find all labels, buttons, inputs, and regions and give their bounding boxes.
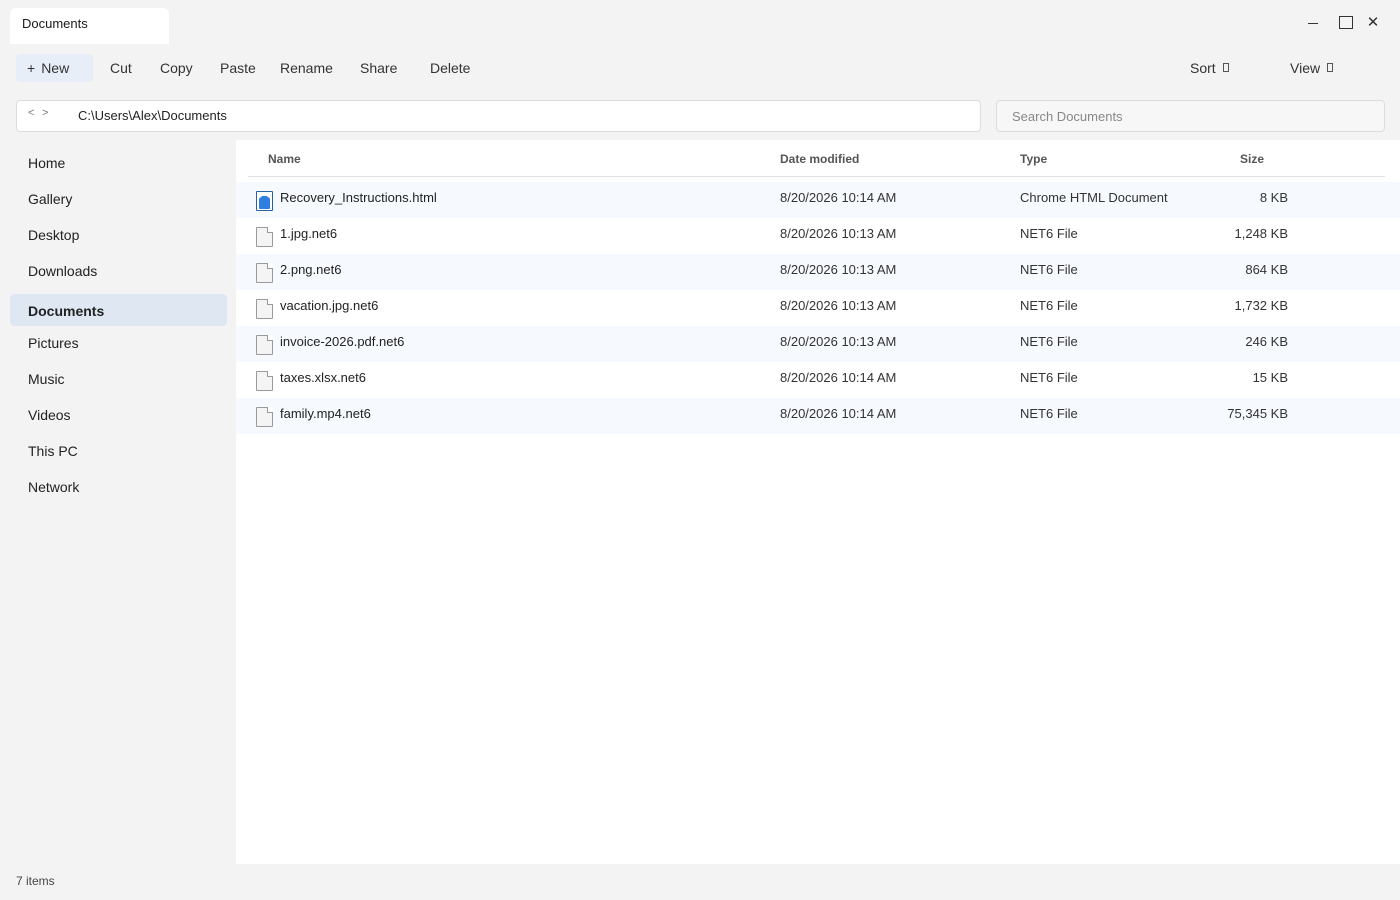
sidebar-item-documents[interactable]: Documents — [10, 294, 227, 326]
html-document-icon — [256, 191, 273, 211]
file-size: 75,345 KB — [1227, 406, 1288, 421]
column-header-type[interactable]: Type — [1020, 152, 1047, 166]
sidebar-item-desktop[interactable]: Desktop — [10, 218, 227, 250]
file-icon — [256, 299, 273, 319]
window-tab-title: Documents — [22, 16, 88, 31]
sidebar-item-videos[interactable]: Videos — [10, 398, 227, 430]
file-size: 1,248 KB — [1234, 226, 1289, 241]
close-button[interactable]: ✕ — [1359, 10, 1387, 34]
cut-button[interactable]: Cut — [110, 54, 132, 82]
paste-button[interactable]: Paste — [220, 54, 256, 82]
file-size: 864 KB — [1245, 262, 1288, 277]
file-name: 1.jpg.net6 — [280, 226, 338, 241]
file-name: vacation.jpg.net6 — [280, 298, 379, 313]
table-row[interactable]: invoice-2026.pdf.net6 8/20/2026 10:13 AM… — [236, 326, 1400, 362]
file-icon — [256, 263, 273, 283]
plus-icon: + — [27, 60, 36, 76]
search-input[interactable] — [996, 100, 1385, 132]
rename-button[interactable]: Rename — [280, 54, 333, 82]
file-type: NET6 File — [1020, 406, 1078, 421]
file-type: NET6 File — [1020, 334, 1078, 349]
file-name: Recovery_Instructions.html — [280, 190, 437, 205]
sidebar-item-home[interactable]: Home — [10, 146, 227, 178]
column-header-size[interactable]: Size — [1240, 152, 1264, 166]
file-date: 8/20/2026 10:13 AM — [780, 334, 897, 349]
file-size: 15 KB — [1252, 370, 1288, 385]
address-bar[interactable]: < > C:\Users\Alex\Documents — [16, 100, 981, 132]
share-button[interactable]: Share — [360, 54, 397, 82]
sidebar-item-gallery[interactable]: Gallery — [10, 182, 227, 214]
table-row[interactable]: family.mp4.net6 8/20/2026 10:14 AM NET6 … — [236, 398, 1400, 434]
table-row[interactable]: vacation.jpg.net6 8/20/2026 10:13 AM NET… — [236, 290, 1400, 326]
maximize-icon — [1339, 15, 1353, 29]
sort-button[interactable]: Sort — [1190, 54, 1229, 82]
address-path[interactable]: C:\Users\Alex\Documents — [78, 108, 227, 123]
table-row[interactable]: 2.png.net6 8/20/2026 10:13 AM NET6 File … — [236, 254, 1400, 290]
sidebar-item-this-pc[interactable]: This PC — [10, 434, 227, 466]
file-date: 8/20/2026 10:13 AM — [780, 226, 897, 241]
sort-button-label: Sort — [1190, 60, 1216, 76]
file-list: Name Date modified Type Size Recovery_In… — [236, 140, 1400, 864]
table-row[interactable]: 1.jpg.net6 8/20/2026 10:13 AM NET6 File … — [236, 218, 1400, 254]
file-type: NET6 File — [1020, 370, 1078, 385]
file-name: taxes.xlsx.net6 — [280, 370, 366, 385]
table-row[interactable]: Recovery_Instructions.html 8/20/2026 10:… — [236, 182, 1400, 218]
sidebar-item-network[interactable]: Network — [10, 470, 227, 502]
file-date: 8/20/2026 10:14 AM — [780, 370, 897, 385]
file-size: 246 KB — [1245, 334, 1288, 349]
dropdown-icon — [1327, 63, 1334, 72]
column-header-row: Name Date modified Type Size — [248, 140, 1385, 177]
file-name: 2.png.net6 — [280, 262, 342, 277]
file-type: NET6 File — [1020, 298, 1078, 313]
copy-button[interactable]: Copy — [160, 54, 193, 82]
column-header-name[interactable]: Name — [268, 152, 301, 166]
file-name: invoice-2026.pdf.net6 — [280, 334, 405, 349]
table-row[interactable]: taxes.xlsx.net6 8/20/2026 10:14 AM NET6 … — [236, 362, 1400, 398]
column-header-date[interactable]: Date modified — [780, 152, 859, 166]
close-icon: ✕ — [1366, 13, 1380, 31]
minimize-button[interactable] — [1299, 10, 1327, 34]
status-item-count: 7 items — [16, 874, 55, 888]
view-button-label: View — [1290, 60, 1321, 76]
file-type: Chrome HTML Document — [1020, 190, 1168, 205]
sidebar-item-pictures[interactable]: Pictures — [10, 326, 227, 358]
sidebar-item-downloads[interactable]: Downloads — [10, 254, 227, 286]
forward-icon[interactable]: > — [42, 107, 48, 119]
file-date: 8/20/2026 10:13 AM — [780, 262, 897, 277]
file-date: 8/20/2026 10:13 AM — [780, 298, 897, 313]
file-type: NET6 File — [1020, 226, 1078, 241]
maximize-button[interactable] — [1332, 10, 1360, 34]
file-icon — [256, 407, 273, 427]
delete-button[interactable]: Delete — [430, 54, 470, 82]
file-icon — [256, 371, 273, 391]
file-date: 8/20/2026 10:14 AM — [780, 406, 897, 421]
window-tab[interactable]: Documents — [10, 8, 169, 44]
minimize-icon — [1308, 22, 1318, 24]
sidebar-item-music[interactable]: Music — [10, 362, 227, 394]
command-bar: + New Cut Copy Paste Rename Share Delete … — [0, 52, 1400, 84]
file-type: NET6 File — [1020, 262, 1078, 277]
file-icon — [256, 227, 273, 247]
back-icon[interactable]: < — [28, 107, 34, 119]
view-button[interactable]: View — [1290, 54, 1334, 82]
file-size: 1,732 KB — [1234, 298, 1289, 313]
new-button[interactable]: + New — [16, 54, 93, 82]
file-date: 8/20/2026 10:14 AM — [780, 190, 897, 205]
new-button-label: New — [41, 60, 70, 76]
file-name: family.mp4.net6 — [280, 406, 371, 421]
title-bar: Documents ✕ — [0, 0, 1400, 44]
file-icon — [256, 335, 273, 355]
dropdown-icon — [1222, 63, 1229, 72]
file-size: 8 KB — [1259, 190, 1288, 205]
